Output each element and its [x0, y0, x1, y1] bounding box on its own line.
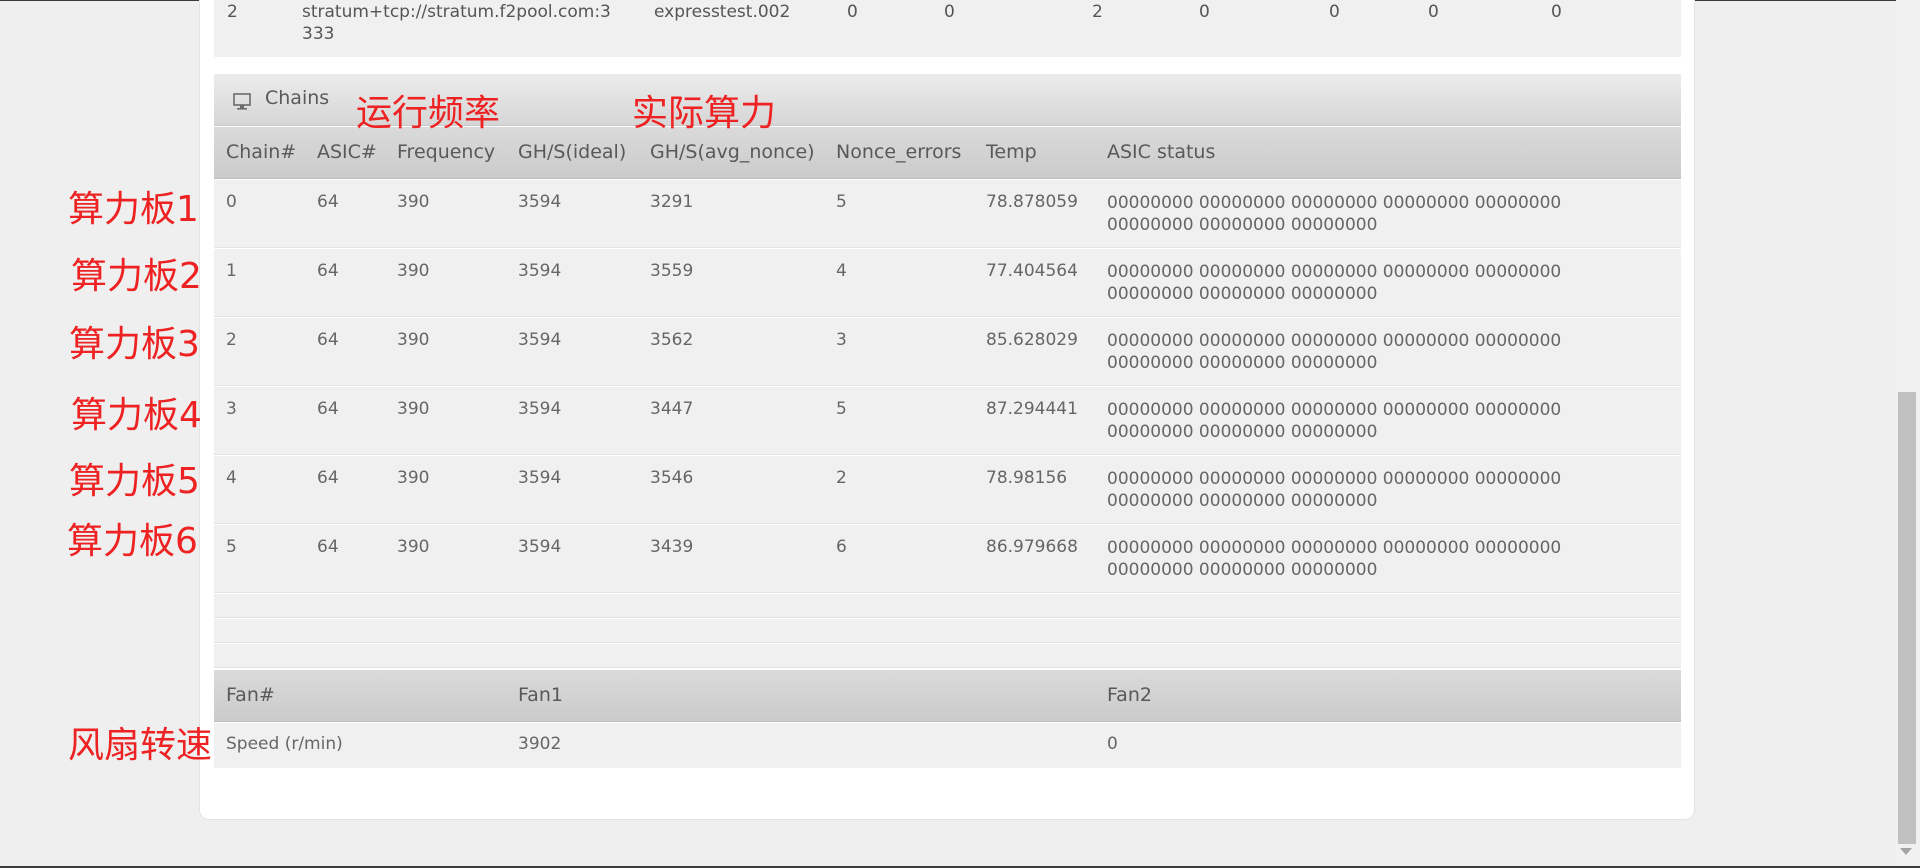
- cell-asic-status: 00000000 00000000 00000000 00000000 0000…: [1107, 331, 1562, 373]
- cell-frequency: 390: [397, 468, 430, 488]
- cell-ideal: 3594: [518, 399, 562, 419]
- cell-frequency: 390: [397, 537, 430, 557]
- cell-asic: 64: [317, 399, 339, 419]
- pool-worker: expresstest.002: [654, 2, 791, 22]
- empty-row: [214, 619, 1681, 643]
- annotation-board: 算力板2: [71, 256, 202, 297]
- cell-frequency: 390: [397, 192, 430, 212]
- pool-value: 2: [1092, 2, 1103, 22]
- fan-table-header: Fan# Fan1 Fan2: [214, 670, 1681, 722]
- fan2-speed: 0: [1107, 734, 1118, 754]
- cell-ideal: 3594: [518, 330, 562, 350]
- cell-errors: 3: [836, 330, 847, 350]
- cell-chain: 0: [226, 192, 237, 212]
- pool-value: 0: [1428, 2, 1439, 22]
- pool-value: 0: [1551, 2, 1562, 22]
- table-row: 2 64 390 3594 3562 3 85.628029 00000000 …: [214, 318, 1681, 386]
- cell-errors: 5: [836, 399, 847, 419]
- cell-ideal: 3594: [518, 261, 562, 281]
- column-header: Fan#: [226, 684, 275, 706]
- pool-value: 0: [1329, 2, 1340, 22]
- cell-ideal: 3594: [518, 192, 562, 212]
- empty-row: [214, 594, 1681, 618]
- column-header: Nonce_errors: [836, 141, 962, 163]
- cell-chain: 1: [226, 261, 237, 281]
- annotation-fan-speed: 风扇转速: [68, 725, 213, 766]
- cell-asic-status: 00000000 00000000 00000000 00000000 0000…: [1107, 538, 1562, 580]
- pool-row: 2 stratum+tcp://stratum.f2pool.com:3 333…: [214, 0, 1681, 57]
- cell-ideal: 3594: [518, 468, 562, 488]
- cell-avg: 3291: [650, 192, 694, 212]
- scroll-down-arrow-icon[interactable]: [1900, 848, 1912, 855]
- cell-asic-status: 00000000 00000000 00000000 00000000 0000…: [1107, 469, 1562, 511]
- cell-temp: 86.979668: [986, 537, 1078, 557]
- cell-chain: 4: [226, 468, 237, 488]
- cell-avg: 3546: [650, 468, 694, 488]
- annotation-board: 算力板3: [69, 324, 200, 365]
- cell-frequency: 390: [397, 261, 430, 281]
- empty-row: [214, 644, 1681, 668]
- table-row: 5 64 390 3594 3439 6 86.979668 00000000 …: [214, 525, 1681, 593]
- cell-temp: 85.628029: [986, 330, 1078, 350]
- column-header: GH/S(ideal): [518, 141, 627, 163]
- annotation-frequency: 运行频率: [356, 93, 501, 134]
- cell-temp: 77.404564: [986, 261, 1078, 281]
- column-header: Frequency: [397, 141, 496, 163]
- table-row: 3 64 390 3594 3447 5 87.294441 00000000 …: [214, 387, 1681, 455]
- table-row: 0 64 390 3594 3291 5 78.878059 00000000 …: [214, 180, 1681, 248]
- pool-value: 0: [847, 2, 858, 22]
- cell-avg: 3562: [650, 330, 694, 350]
- fan-speed-row: Speed (r/min) 3902 0: [214, 723, 1681, 768]
- cell-asic-status: 00000000 00000000 00000000 00000000 0000…: [1107, 262, 1562, 304]
- cell-asic: 64: [317, 192, 339, 212]
- cell-chain: 3: [226, 399, 237, 419]
- column-header: ASIC#: [317, 141, 377, 163]
- chains-table-header: Chain# ASIC# Frequency GH/S(ideal) GH/S(…: [214, 127, 1681, 179]
- cell-frequency: 390: [397, 399, 430, 419]
- monitor-icon: [233, 93, 251, 110]
- cell-chain: 2: [226, 330, 237, 350]
- pool-index: 2: [227, 2, 238, 22]
- cell-ideal: 3594: [518, 537, 562, 557]
- cell-frequency: 390: [397, 330, 430, 350]
- cell-asic-status: 00000000 00000000 00000000 00000000 0000…: [1107, 400, 1562, 442]
- column-header: GH/S(avg_nonce): [650, 141, 815, 163]
- cell-asic: 64: [317, 537, 339, 557]
- pool-value: 0: [1199, 2, 1210, 22]
- cell-asic: 64: [317, 468, 339, 488]
- annotation-actual-hashrate: 实际算力: [632, 93, 777, 134]
- column-header: Fan1: [518, 684, 563, 706]
- pool-url-line2: 333: [302, 24, 335, 44]
- chains-title: Chains: [265, 87, 330, 109]
- cell-temp: 78.878059: [986, 192, 1078, 212]
- annotation-board: 算力板4: [71, 395, 202, 436]
- table-row: 4 64 390 3594 3546 2 78.98156 00000000 0…: [214, 456, 1681, 524]
- scrollbar-thumb[interactable]: [1898, 392, 1916, 844]
- table-row: 1 64 390 3594 3559 4 77.404564 00000000 …: [214, 249, 1681, 317]
- cell-errors: 4: [836, 261, 847, 281]
- column-header: Chain#: [226, 141, 297, 163]
- column-header: Fan2: [1107, 684, 1152, 706]
- cell-errors: 5: [836, 192, 847, 212]
- cell-asic: 64: [317, 330, 339, 350]
- fan1-speed: 3902: [518, 734, 562, 754]
- cell-asic-status: 00000000 00000000 00000000 00000000 0000…: [1107, 193, 1562, 235]
- cell-avg: 3447: [650, 399, 694, 419]
- annotation-board: 算力板1: [68, 189, 199, 230]
- pool-value: 0: [944, 2, 955, 22]
- cell-avg: 3439: [650, 537, 694, 557]
- cell-temp: 87.294441: [986, 399, 1078, 419]
- cell-temp: 78.98156: [986, 468, 1068, 488]
- fan-row-label: Speed (r/min): [226, 734, 343, 754]
- annotation-board: 算力板5: [69, 461, 200, 502]
- column-header: Temp: [986, 141, 1037, 163]
- cell-asic: 64: [317, 261, 339, 281]
- cell-errors: 2: [836, 468, 847, 488]
- pool-url-line1: stratum+tcp://stratum.f2pool.com:3: [302, 2, 611, 22]
- column-header: ASIC status: [1107, 141, 1216, 163]
- annotation-board: 算力板6: [67, 521, 198, 562]
- cell-avg: 3559: [650, 261, 694, 281]
- cell-errors: 6: [836, 537, 847, 557]
- cell-chain: 5: [226, 537, 237, 557]
